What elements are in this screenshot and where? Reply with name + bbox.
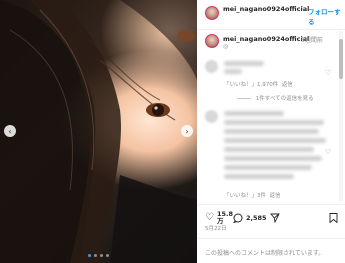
blurred-username — [224, 111, 284, 116]
carousel-dot — [94, 254, 97, 257]
chevron-left-icon: ‹ — [8, 126, 12, 136]
reply-button[interactable]: 返信 — [282, 82, 293, 88]
post-side-panel: mei_nagano0924official フォローする mei_nagano… — [197, 0, 345, 263]
carousel-dot — [88, 254, 91, 257]
post-photo[interactable]: ‹ › — [0, 0, 197, 263]
caption-suffix: ◎ — [223, 43, 229, 50]
post-date[interactable]: 5月22日 — [205, 224, 227, 232]
avatar — [205, 110, 218, 123]
footer-text: この投稿へのコメントは制限されています。 — [205, 250, 325, 257]
avatar[interactable] — [205, 34, 219, 48]
blurred-username — [224, 61, 264, 66]
caption-username[interactable]: mei_nagano0924official — [223, 35, 309, 44]
avatar — [205, 60, 218, 73]
likes-count[interactable]: 15.8万 — [217, 211, 233, 225]
comment-meta: 「いいね！」1,970件 返信 — [224, 80, 293, 88]
scrollbar-thumb[interactable] — [339, 39, 343, 79]
comments-restricted-notice: この投稿へのコメントは制限されています。 — [197, 238, 345, 263]
heart-icon[interactable]: ♡ — [205, 213, 214, 223]
next-photo-button[interactable]: › — [181, 125, 193, 137]
avatar[interactable] — [205, 6, 219, 20]
follow-button[interactable]: フォローする — [308, 6, 345, 26]
chevron-right-icon: › — [185, 126, 189, 136]
comments-count[interactable]: 2,585 — [246, 214, 267, 222]
blurred-comment-text — [224, 138, 326, 143]
heart-icon[interactable]: ♡ — [325, 69, 331, 77]
carousel-dot — [100, 254, 103, 257]
send-icon[interactable] — [270, 213, 280, 226]
blurred-comment-text — [224, 156, 322, 161]
caption-time: 5週間前 — [301, 37, 323, 44]
header-username[interactable]: mei_nagano0924official — [223, 5, 309, 14]
blurred-comment-text — [224, 120, 324, 125]
list-item: ♡ 「いいね！」3件 返信 — [197, 108, 337, 203]
blurred-comment-text — [224, 69, 242, 74]
post-header: mei_nagano0924official フォローする — [197, 0, 345, 30]
comment-likes[interactable]: 「いいね！」3件 — [224, 193, 266, 199]
carousel-dot — [106, 254, 109, 257]
blurred-comment-text — [224, 129, 319, 134]
prev-photo-button[interactable]: ‹ — [4, 125, 16, 137]
view-replies-label[interactable]: 1件すべての返信を見る — [256, 96, 314, 102]
blurred-comment-text — [224, 147, 314, 152]
caption: mei_nagano0924official ◎ 5週間前 — [197, 31, 345, 51]
comment-likes[interactable]: 「いいね！」1,970件 — [224, 82, 278, 88]
heart-icon[interactable]: ♡ — [325, 148, 331, 156]
reply-button[interactable]: 返信 — [270, 193, 281, 199]
bookmark-icon[interactable] — [329, 213, 338, 226]
view-replies-link[interactable]: 1件すべての返信を見る — [237, 94, 314, 102]
blurred-comment-text — [224, 174, 294, 179]
list-item: ♡ 「いいね！」1,970件 返信 — [197, 56, 337, 96]
comment-icon[interactable] — [232, 213, 243, 226]
blurred-comment-text — [224, 165, 312, 170]
carousel-dots — [88, 254, 109, 257]
comment-meta: 「いいね！」3件 返信 — [224, 191, 281, 199]
photo-hair-overlay — [0, 0, 197, 263]
comments-scrollbar[interactable] — [339, 31, 343, 201]
